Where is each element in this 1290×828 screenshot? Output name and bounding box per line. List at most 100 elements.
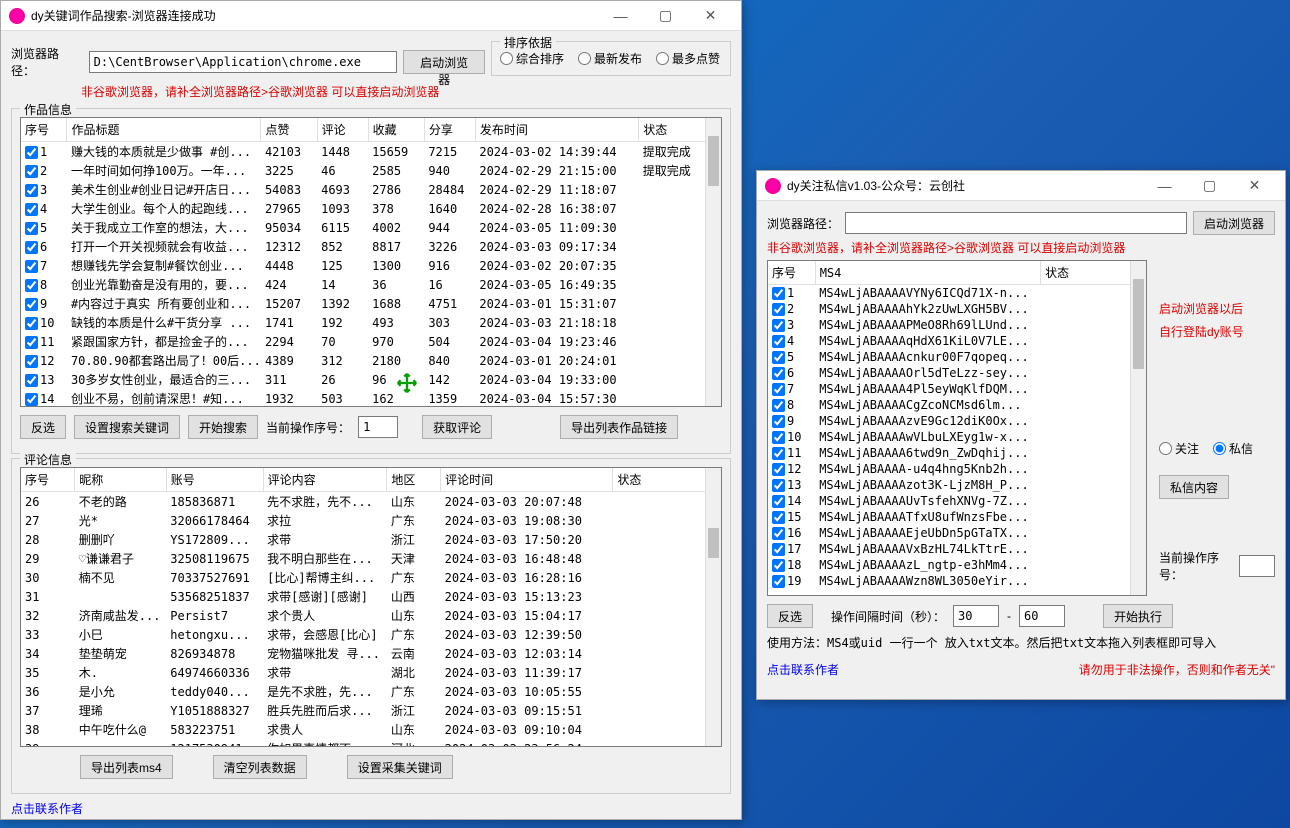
row-checkbox[interactable] (25, 317, 38, 330)
row-checkbox[interactable] (25, 260, 38, 273)
export-links-button[interactable]: 导出列表作品链接 (560, 415, 678, 439)
table-row[interactable]: 3美术生创业#创业日记#开店日...5408346932786284842024… (21, 180, 721, 199)
column-header[interactable]: 序号 (21, 468, 75, 492)
maximize-button[interactable]: ▢ (1187, 171, 1232, 201)
table-row[interactable]: 9MS4wLjABAAAAzvE9Gc12diK0Ox... (768, 413, 1146, 429)
table-row[interactable]: 19MS4wLjABAAAAWzn8WL3050eYir... (768, 573, 1146, 589)
table-row[interactable]: 14MS4wLjABAAAAUvTsfehXNVg-7Z... (768, 493, 1146, 509)
column-header[interactable]: 收藏 (368, 118, 424, 142)
table-row[interactable]: 5MS4wLjABAAAAcnkur00F7qopeq... (768, 349, 1146, 365)
row-checkbox[interactable] (772, 559, 785, 572)
table-row[interactable]: 15MS4wLjABAAAATfxU8ufWnzsFbe... (768, 509, 1146, 525)
table-row[interactable]: 3153568251837求带[感谢][感谢]山西2024-03-03 15:1… (21, 587, 721, 606)
table-row[interactable]: 32济南咸盐发...Persist7求个贵人山东2024-03-03 15:04… (21, 606, 721, 625)
row-checkbox[interactable] (25, 165, 38, 178)
column-header[interactable]: 评论内容 (263, 468, 387, 492)
table-row[interactable]: 17MS4wLjABAAAAVxBzHL74LkTtrE... (768, 541, 1146, 557)
column-header[interactable]: 账号 (166, 468, 263, 492)
table-row[interactable]: 18MS4wLjABAAAAzL_ngtp-e3hMm4... (768, 557, 1146, 573)
table-row[interactable]: 38中午吃什么@583223751求贵人山东2024-03-03 09:10:0… (21, 720, 721, 739)
comments-listview[interactable]: 序号昵称账号评论内容地区评论时间状态26不老的路185836871先不求胜，先不… (20, 467, 722, 747)
table-row[interactable]: 16MS4wLjABAAAAEjeUbDn5pGTaTX... (768, 525, 1146, 541)
table-row[interactable]: 10MS4wLjABAAAAwVLbuLXEyg1w-x... (768, 429, 1146, 445)
minimize-button[interactable]: — (598, 1, 643, 31)
row-checkbox[interactable] (772, 447, 785, 460)
row-checkbox[interactable] (772, 575, 785, 588)
follow-radio[interactable]: 关注 (1159, 440, 1199, 457)
sort-most-liked[interactable]: 最多点赞 (656, 50, 720, 67)
invert-select-button[interactable]: 反选 (767, 604, 813, 628)
dm-radio[interactable]: 私信 (1213, 440, 1253, 457)
table-row[interactable]: 7想赚钱先学会复制#餐饮创业...444812513009162024-03-0… (21, 256, 721, 275)
clear-list-button[interactable]: 清空列表数据 (213, 755, 307, 779)
export-ms4-button[interactable]: 导出列表ms4 (80, 755, 173, 779)
row-checkbox[interactable] (25, 298, 38, 311)
scrollbar[interactable] (705, 118, 721, 406)
current-index-input[interactable] (1239, 555, 1275, 577)
column-header[interactable]: 序号 (768, 261, 815, 285)
column-header[interactable]: 分享 (424, 118, 475, 142)
row-checkbox[interactable] (25, 222, 38, 235)
table-row[interactable]: 28删删吖YS172809...求带浙江2024-03-03 17:50:20 (21, 530, 721, 549)
row-checkbox[interactable] (772, 479, 785, 492)
table-row[interactable]: 36是小允teddy040...是先不求胜，先...广东2024-03-03 1… (21, 682, 721, 701)
start-search-button[interactable]: 开始搜索 (188, 415, 258, 439)
column-header[interactable]: 评论时间 (441, 468, 613, 492)
table-row[interactable]: 8MS4wLjABAAAACgZcoNCMsd6lm... (768, 397, 1146, 413)
row-checkbox[interactable] (772, 287, 785, 300)
column-header[interactable]: 地区 (387, 468, 441, 492)
table-row[interactable]: 3MS4wLjABAAAAPMeO8Rh69lLUnd... (768, 317, 1146, 333)
table-row[interactable]: 1270.80.90都套路出局了！00后...43893122180840202… (21, 351, 721, 370)
close-button[interactable]: ✕ (1232, 171, 1277, 201)
row-checkbox[interactable] (25, 146, 38, 159)
row-checkbox[interactable] (772, 367, 785, 380)
table-row[interactable]: 34垫垫萌宠826934878宠物猫咪批发 寻...云南2024-03-03 1… (21, 644, 721, 663)
scrollbar[interactable] (705, 468, 721, 746)
row-checkbox[interactable] (25, 355, 38, 368)
row-checkbox[interactable] (25, 241, 38, 254)
column-header[interactable]: 点赞 (261, 118, 317, 142)
close-button[interactable]: ✕ (688, 1, 733, 31)
row-checkbox[interactable] (772, 463, 785, 476)
launch-browser-button[interactable]: 启动浏览器 (403, 50, 485, 74)
column-header[interactable]: 发布时间 (475, 118, 638, 142)
row-checkbox[interactable] (772, 511, 785, 524)
table-row[interactable]: 391217530941你如果事情都不...河北2024-03-02 23:56… (21, 739, 721, 747)
table-row[interactable]: 4大学生创业。每个人的起跑线...27965109337816402024-02… (21, 199, 721, 218)
table-row[interactable]: 33小巳hetongxu...求带，会感恩[比心]广东2024-03-03 12… (21, 625, 721, 644)
table-row[interactable]: 37理琋Y1051888327胜兵先胜而后求...浙江2024-03-03 09… (21, 701, 721, 720)
row-checkbox[interactable] (25, 374, 38, 387)
table-row[interactable]: 7MS4wLjABAAAA4Pl5eyWqKlfDQM... (768, 381, 1146, 397)
column-header[interactable]: 作品标题 (67, 118, 261, 142)
table-row[interactable]: 35木.64974660336求带湖北2024-03-03 11:39:17 (21, 663, 721, 682)
row-checkbox[interactable] (25, 336, 38, 349)
sort-comprehensive[interactable]: 综合排序 (500, 50, 564, 67)
titlebar[interactable]: dy关注私信v1.03-公众号：云创社 — ▢ ✕ (757, 171, 1285, 201)
column-header[interactable]: 昵称 (75, 468, 166, 492)
row-checkbox[interactable] (772, 303, 785, 316)
browser-path-input[interactable] (89, 51, 398, 73)
column-header[interactable]: 序号 (21, 118, 67, 142)
titlebar[interactable]: dy关键词作品搜索-浏览器连接成功 — ▢ ✕ (1, 1, 741, 31)
row-checkbox[interactable] (772, 431, 785, 444)
works-listview[interactable]: 序号作品标题点赞评论收藏分享发布时间状态1赚大钱的本质就是少做事 #创...42… (20, 117, 722, 407)
table-row[interactable]: 26不老的路185836871先不求胜，先不...山东2024-03-03 20… (21, 492, 721, 512)
row-checkbox[interactable] (25, 279, 38, 292)
table-row[interactable]: 27光*32066178464求拉广东2024-03-03 19:08:30 (21, 511, 721, 530)
table-row[interactable]: 9#内容过于真实 所有要创业和...152071392168847512024-… (21, 294, 721, 313)
table-row[interactable]: 13MS4wLjABAAAAzot3K-LjzM8H_P... (768, 477, 1146, 493)
minimize-button[interactable]: — (1142, 171, 1187, 201)
row-checkbox[interactable] (772, 527, 785, 540)
start-execute-button[interactable]: 开始执行 (1103, 604, 1173, 628)
table-row[interactable]: 1赚大钱的本质就是少做事 #创...4210314481565972152024… (21, 142, 721, 162)
table-row[interactable]: 6MS4wLjABAAAAOrl5dTeLzz-sey... (768, 365, 1146, 381)
ms4-listview[interactable]: 序号MS4状态1MS4wLjABAAAAVYNy6ICQd71X-n...2MS… (767, 260, 1147, 596)
invert-select-button[interactable]: 反选 (20, 415, 66, 439)
table-row[interactable]: 8创业光靠勤奋是没有用的，要...4241436162024-03-05 16:… (21, 275, 721, 294)
table-row[interactable]: 29♡谦谦君子32508119675我不明白那些在...天津2024-03-03… (21, 549, 721, 568)
table-row[interactable]: 2一年时间如何挣100万。一年...32254625859402024-02-2… (21, 161, 721, 180)
row-checkbox[interactable] (25, 393, 38, 406)
table-row[interactable]: 12MS4wLjABAAAA-u4q4hng5Knb2h... (768, 461, 1146, 477)
table-row[interactable]: 1MS4wLjABAAAAVYNy6ICQd71X-n... (768, 285, 1146, 302)
table-row[interactable]: 1330多岁女性创业，最适合的三...31126961422024-03-04 … (21, 370, 721, 389)
